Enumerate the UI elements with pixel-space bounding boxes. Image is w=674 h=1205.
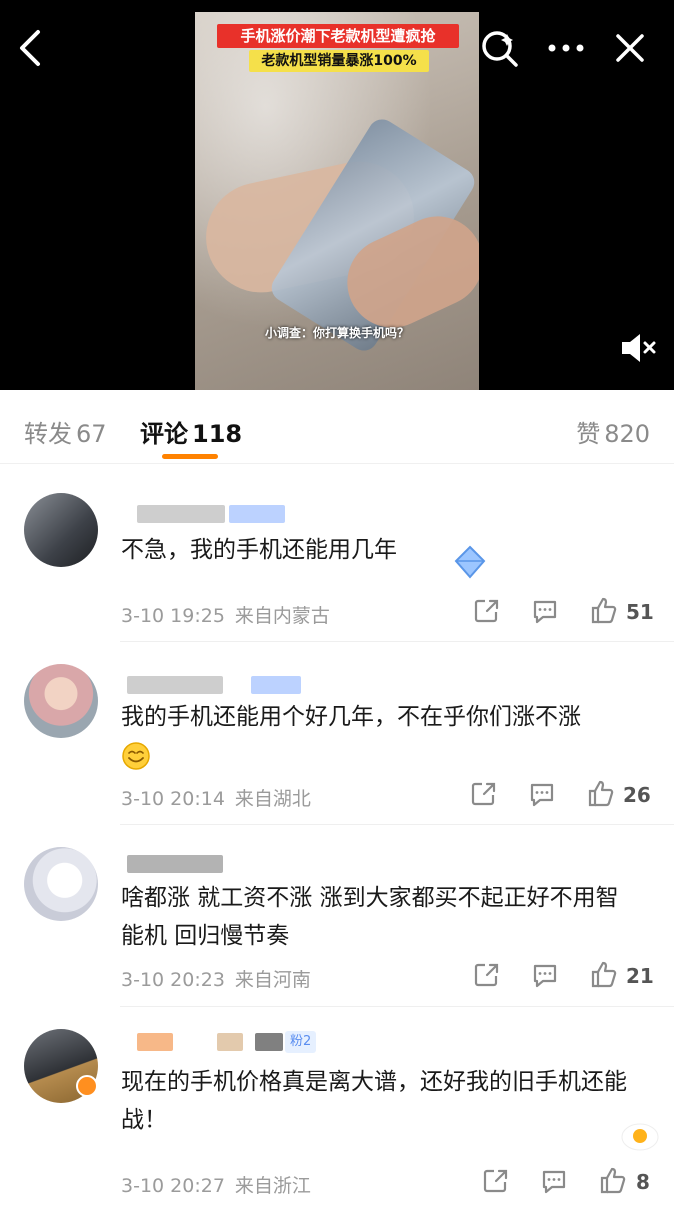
comment-tabs: 转发 67 评论 118 赞 820	[0, 390, 674, 464]
comment-icon[interactable]	[540, 1167, 572, 1199]
comment-icon[interactable]	[531, 597, 563, 629]
username[interactable]: 粉2	[121, 1027, 321, 1055]
comment-item: 啥都涨 就工资不涨 涨到大家都买不起正好不用智能机 回归慢节奏 3-10 20:…	[0, 825, 674, 1007]
back-icon[interactable]	[14, 28, 50, 68]
username-blurred	[137, 1033, 173, 1051]
comment-meta: 3-10 20:14 来自湖北	[121, 784, 311, 811]
video-player[interactable]: 手机涨价潮下老款机型遭疯抢 老款机型销量暴涨100% 小调查：你打算换手机吗？	[0, 0, 674, 390]
avatar[interactable]	[24, 847, 98, 921]
comment-location: 来自湖北	[234, 788, 311, 810]
username-blurred	[217, 1033, 243, 1051]
comment-meta: 3-10 20:23 来自河南	[121, 965, 311, 992]
share-icon[interactable]	[470, 780, 502, 812]
username[interactable]	[121, 670, 311, 698]
search-icon[interactable]	[480, 28, 520, 68]
comment-text: 啥都涨 就工资不涨 涨到大家都买不起正好不用智能机 回归慢节奏	[121, 885, 619, 949]
username[interactable]	[121, 499, 291, 527]
tab-comments-count: 118	[192, 420, 243, 448]
username-blurred	[137, 505, 225, 523]
fan-badge[interactable]: 粉2	[285, 1031, 317, 1053]
like-count: 21	[626, 964, 654, 988]
egg-sticker-icon	[620, 1119, 660, 1153]
comment-location: 来自河南	[234, 969, 311, 991]
tab-active-indicator	[162, 454, 218, 459]
comment-item: 我的手机还能用个好几年，不在乎你们涨不涨 3-10 20:14 来自湖北 26	[0, 642, 674, 825]
share-icon[interactable]	[473, 597, 505, 629]
comment-date: 3-10 20:23	[121, 969, 225, 991]
comment-location: 来自内蒙古	[234, 605, 330, 627]
comment-date: 3-10 19:25	[121, 605, 225, 627]
video-caption: 小调查：你打算换手机吗？	[264, 326, 409, 340]
tab-likes-count: 820	[604, 420, 650, 448]
diamond-sticker-icon	[450, 543, 490, 583]
username-blurred	[127, 676, 223, 694]
video-subtitle: 老款机型销量暴涨100%	[249, 50, 429, 72]
more-icon[interactable]	[544, 30, 588, 66]
comment-location: 来自浙江	[234, 1175, 311, 1197]
comment-text-body: 我的手机还能用个好几年，不在乎你们涨不涨	[121, 704, 581, 730]
comment-meta: 3-10 20:27 来自浙江	[121, 1171, 311, 1198]
comment-item: 不急，我的手机还能用几年 3-10 19:25 来自内蒙古 51	[0, 465, 674, 642]
username[interactable]	[121, 849, 241, 877]
tab-comments-label: 评论	[140, 420, 188, 448]
verified-badge-icon	[76, 1075, 98, 1097]
comment-icon[interactable]	[531, 961, 563, 993]
like-count: 26	[623, 783, 651, 807]
comment-text: 我的手机还能用个好几年，不在乎你们涨不涨	[121, 698, 640, 774]
close-icon[interactable]	[612, 30, 648, 66]
comment-text: 不急，我的手机还能用几年	[121, 537, 397, 563]
like-count: 51	[626, 600, 654, 624]
video-title: 手机涨价潮下老款机型遭疯抢	[217, 24, 459, 48]
comment-meta: 3-10 19:25 来自内蒙古	[121, 601, 330, 628]
comment-item: 粉2 现在的手机价格真是离大谱，还好我的旧手机还能战！ 3-10 20:27 来自…	[0, 1007, 674, 1205]
username-blurred	[255, 1033, 283, 1051]
tab-comments[interactable]: 评论 118	[140, 414, 242, 449]
share-icon[interactable]	[482, 1167, 514, 1199]
video-frame[interactable]: 手机涨价潮下老款机型遭疯抢 老款机型销量暴涨100% 小调查：你打算换手机吗？	[195, 12, 479, 390]
avatar[interactable]	[24, 664, 98, 738]
like-icon[interactable]	[589, 959, 621, 991]
comment-text: 现在的手机价格真是离大谱，还好我的旧手机还能战！	[121, 1069, 627, 1133]
tab-forward-label: 转发	[24, 420, 72, 448]
like-count: 8	[636, 1170, 650, 1194]
comment-date: 3-10 20:27	[121, 1175, 225, 1197]
like-icon[interactable]	[598, 1165, 630, 1197]
tab-likes[interactable]: 赞 820	[576, 414, 650, 449]
avatar[interactable]	[24, 493, 98, 567]
comment-icon[interactable]	[528, 780, 560, 812]
tab-likes-label: 赞	[576, 420, 601, 448]
tab-forward[interactable]: 转发 67	[24, 414, 107, 449]
username-blurred	[229, 505, 285, 523]
like-icon[interactable]	[586, 778, 618, 810]
username-blurred	[127, 855, 223, 873]
username-blurred	[251, 676, 301, 694]
like-icon[interactable]	[589, 595, 621, 627]
mute-icon[interactable]	[618, 330, 658, 366]
comment-date: 3-10 20:14	[121, 788, 225, 810]
share-icon[interactable]	[473, 961, 505, 993]
tab-forward-count: 67	[76, 420, 107, 448]
smile-emoji-icon	[122, 741, 150, 770]
